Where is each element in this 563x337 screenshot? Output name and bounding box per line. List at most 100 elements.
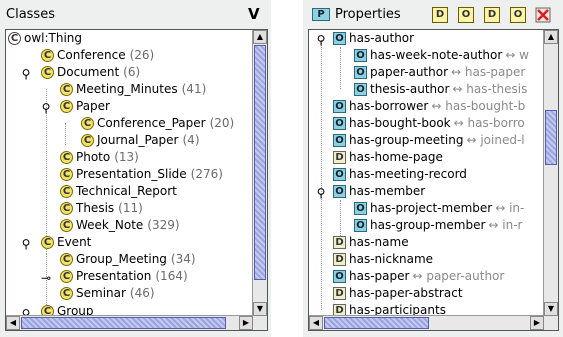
- horizontal-scrollbar[interactable]: ◀ ▶: [309, 315, 544, 330]
- property-item-has-paper[interactable]: O has-paper ↔ paper-author: [333, 268, 504, 285]
- class-label: Week_Note: [76, 218, 144, 232]
- instance-count: (20): [209, 116, 235, 130]
- property-item-has-week-note-author[interactable]: O has-week-note-author ↔ w: [354, 47, 529, 64]
- property-item-has-group-member[interactable]: O has-group-member ↔ in-r: [354, 217, 523, 234]
- property-item-has-bought-book[interactable]: O has-bought-book ↔ has-borro: [333, 115, 525, 132]
- classes-title: Classes: [6, 7, 55, 22]
- scroll-right-icon[interactable]: ▶: [239, 316, 253, 330]
- property-item-has-group-meeting[interactable]: O has-group-meeting ↔ joined-l: [333, 132, 525, 149]
- expand-handle-icon[interactable]: ⚲: [40, 102, 52, 114]
- property-item-has-paper-abstract[interactable]: D has-paper-abstract: [333, 285, 463, 302]
- property-item-thesis-author[interactable]: O thesis-author ↔ has-thesis: [354, 81, 527, 98]
- scroll-thumb[interactable]: [21, 317, 226, 329]
- add-object-subproperty-icon[interactable]: O: [510, 7, 526, 23]
- add-object-property-icon[interactable]: O: [458, 7, 474, 23]
- add-datatype-subproperty-icon[interactable]: D: [484, 7, 500, 23]
- horizontal-scrollbar[interactable]: ◀ ▶: [6, 315, 253, 330]
- instance-count: (164): [155, 269, 188, 283]
- class-item-thesis[interactable]: C Thesis (11): [60, 200, 143, 217]
- class-icon: C: [60, 151, 73, 164]
- property-item-has-borrower[interactable]: O has-borrower ↔ has-bought-b: [333, 98, 525, 115]
- class-label: Conference: [57, 48, 126, 62]
- property-tree: ⚲ O has-author O has-week-note-author ↔ w…: [308, 29, 559, 331]
- class-item-group-meeting[interactable]: C Group_Meeting (34): [60, 251, 196, 268]
- expand-handle-icon[interactable]: ⚲: [315, 187, 327, 199]
- property-label: has-author: [349, 31, 415, 45]
- scroll-thumb[interactable]: [545, 110, 557, 165]
- class-icon: C: [60, 219, 73, 232]
- class-icon: C: [81, 117, 94, 130]
- datatype-property-icon: D: [333, 236, 346, 249]
- class-item-technical-report[interactable]: C Technical_Report: [60, 183, 177, 200]
- property-label: has-member: [349, 184, 426, 198]
- property-label: has-week-note-author: [370, 48, 503, 62]
- instance-count: (34): [170, 252, 196, 266]
- class-item-meeting-minutes[interactable]: C Meeting_Minutes (41): [60, 81, 206, 98]
- classes-panel: Classes V C owl:Thing C Conference (26) ⚲…: [0, 0, 271, 337]
- scroll-left-icon[interactable]: ◀: [6, 316, 20, 330]
- tree-guide-line: [65, 123, 66, 145]
- scroll-right-icon[interactable]: ▶: [530, 316, 544, 330]
- property-item-has-author[interactable]: O has-author: [333, 30, 414, 47]
- classes-header: Classes V: [0, 0, 271, 29]
- properties-header: P Properties D O D O: [303, 0, 563, 29]
- scroll-corner: [253, 316, 267, 330]
- property-item-has-project-member[interactable]: O has-project-member ↔ in-: [354, 200, 524, 217]
- class-item-week-note[interactable]: C Week_Note (329): [60, 217, 180, 234]
- property-label: has-borrower: [349, 99, 429, 113]
- class-item-conference-paper[interactable]: C Conference_Paper (20): [81, 115, 234, 132]
- add-datatype-property-icon[interactable]: D: [432, 7, 448, 23]
- collapse-handle-icon[interactable]: ⊸: [40, 272, 52, 284]
- class-item-presentation-slide[interactable]: C Presentation_Slide (276): [60, 166, 223, 183]
- object-property-icon: O: [333, 100, 346, 113]
- scroll-thumb[interactable]: [254, 45, 266, 280]
- expand-handle-icon[interactable]: ⚲: [20, 68, 32, 80]
- class-item-photo[interactable]: C Photo (13): [60, 149, 139, 166]
- inverse-property: ↔ w: [505, 48, 529, 62]
- view-toggle-button[interactable]: V: [248, 5, 260, 23]
- class-item-seminar[interactable]: C Seminar (46): [60, 285, 155, 302]
- expand-handle-icon[interactable]: ⚲: [20, 238, 32, 250]
- object-property-icon: O: [354, 66, 367, 79]
- property-item-paper-author[interactable]: O paper-author ↔ has-paper: [354, 64, 525, 81]
- instance-count: (41): [181, 82, 207, 96]
- inverse-property: ↔ joined-l: [466, 133, 525, 147]
- property-item-has-name[interactable]: D has-name: [333, 234, 409, 251]
- scroll-down-icon[interactable]: ▼: [253, 302, 267, 316]
- scroll-thumb[interactable]: [324, 317, 429, 329]
- property-item-has-member[interactable]: O has-member: [333, 183, 425, 200]
- property-item-has-meeting-record[interactable]: O has-meeting-record: [333, 166, 467, 183]
- scroll-up-icon[interactable]: ▲: [253, 30, 267, 44]
- object-property-icon: O: [333, 270, 346, 283]
- property-item-has-nickname[interactable]: D has-nickname: [333, 251, 433, 268]
- object-property-icon: O: [354, 202, 367, 215]
- class-item-journal-paper[interactable]: C Journal_Paper (4): [81, 132, 200, 149]
- instance-count: (6): [123, 65, 141, 79]
- datatype-property-icon: D: [333, 151, 346, 164]
- class-item-owl-thing[interactable]: C owl:Thing: [8, 30, 82, 47]
- property-item-has-home-page[interactable]: D has-home-page: [333, 149, 443, 166]
- class-icon: C: [60, 83, 73, 96]
- class-icon: C: [60, 202, 73, 215]
- expand-handle-icon[interactable]: ⚲: [315, 34, 327, 46]
- class-item-event[interactable]: C Event: [41, 234, 91, 251]
- scroll-down-icon[interactable]: ▼: [544, 302, 558, 316]
- inverse-property: ↔ has-thesis: [452, 82, 528, 96]
- class-item-presentation[interactable]: C Presentation (164): [60, 268, 188, 285]
- class-label: Conference_Paper: [97, 116, 206, 130]
- vertical-scrollbar[interactable]: ▲ ▼: [543, 30, 558, 316]
- class-label: Presentation: [76, 269, 152, 283]
- class-item-document[interactable]: C Document (6): [41, 64, 140, 81]
- delete-property-icon[interactable]: [535, 7, 551, 23]
- scroll-up-icon[interactable]: ▲: [544, 30, 558, 44]
- scroll-left-icon[interactable]: ◀: [309, 316, 323, 330]
- properties-title: Properties: [335, 7, 401, 22]
- class-item-conference[interactable]: C Conference (26): [41, 47, 154, 64]
- class-label: Photo: [76, 150, 111, 164]
- class-item-paper[interactable]: C Paper: [60, 98, 110, 115]
- class-label: Paper: [76, 99, 110, 113]
- property-label: has-name: [349, 235, 409, 249]
- property-label: has-nickname: [349, 252, 434, 266]
- property-label: has-group-member: [370, 218, 486, 232]
- vertical-scrollbar[interactable]: ▲ ▼: [252, 30, 267, 316]
